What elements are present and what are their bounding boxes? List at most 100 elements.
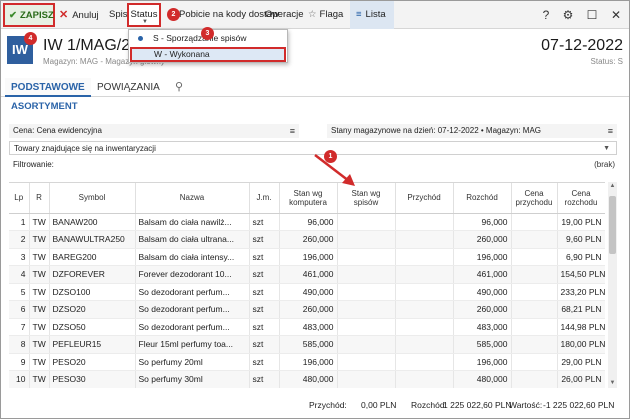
table-cell: DZFOREVER	[49, 265, 136, 284]
vertical-scrollbar[interactable]: ▲ ▼	[608, 182, 617, 388]
step-badge-2: 2	[167, 8, 180, 21]
tab-powiazania[interactable]: POWIĄZANIA	[91, 78, 166, 97]
table-cell: BANAWULTRA250	[49, 230, 136, 249]
table-cell: 8	[9, 335, 30, 354]
column-header[interactable]: Lp	[9, 183, 30, 214]
table-cell	[395, 213, 454, 231]
table-row[interactable]: 2 TW BANAWULTRA250 Balsam do ciała ultrana.…	[9, 230, 605, 249]
table-cell: TW	[29, 283, 50, 301]
x-icon: ✕	[59, 9, 69, 21]
table-cell: szt	[249, 300, 280, 319]
scroll-up-icon[interactable]: ▲	[608, 182, 617, 191]
income-value: 0,00 PLN	[361, 400, 397, 410]
selected-dot-icon	[138, 36, 143, 41]
status-button[interactable]: Status ▼	[127, 3, 161, 27]
table-cell: TW	[29, 213, 50, 231]
table-row[interactable]: 3 TW BAREG200 Balsam do ciała intensy... szt…	[9, 248, 605, 266]
save-button[interactable]: ✔ ZAPISZ	[3, 3, 55, 27]
step-badge-1: 1	[324, 150, 337, 163]
table-cell: 196,000	[279, 353, 338, 371]
table-cell: szt	[249, 213, 280, 231]
table-cell	[511, 265, 558, 284]
table-cell: szt	[249, 335, 280, 354]
items-table: Lp R Symbol Nazwa J.m. Stan wg komputera Stan …	[9, 182, 605, 388]
table-cell: So dezodorant perfum...	[135, 300, 250, 319]
flaga-button[interactable]: ☆ Flaga	[308, 1, 343, 29]
attachment-icon[interactable]: ⚲	[169, 78, 189, 97]
table-cell: DZSO100	[49, 283, 136, 301]
table-cell: 260,000	[453, 230, 512, 249]
table-cell: TW	[29, 318, 50, 336]
table-row[interactable]: 5 TW DZSO100 So dezodorant perfum... szt 490,…	[9, 283, 605, 301]
table-row[interactable]: 6 TW DZSO20 So dezodorant perfum... szt 260,0…	[9, 300, 605, 319]
table-row[interactable]: 7 TW DZSO50 So dezodorant perfum... szt 483,0…	[9, 318, 605, 336]
table-cell: 196,000	[453, 353, 512, 371]
table-cell: So dezodorant perfum...	[135, 283, 250, 301]
table-cell: 96,000	[279, 213, 338, 231]
table-cell	[337, 248, 396, 266]
table-cell: DZSO20	[49, 300, 136, 319]
table-cell: Balsam do ciała ultrana...	[135, 230, 250, 249]
column-header[interactable]: Przychód	[395, 183, 454, 214]
totals-footer: Przychód: 0,00 PLN Rozchód: 1 225 022,60…	[1, 397, 629, 413]
income-label: Przychód:	[309, 400, 347, 410]
kody-dostaw-button[interactable]: Pobicie na kody dostaw	[179, 1, 279, 29]
table-cell: 196,000	[453, 248, 512, 266]
cancel-button[interactable]: ✕ Anuluj	[59, 1, 99, 29]
table-cell: TW	[29, 335, 50, 354]
table-row[interactable]: 1 TW BANAW200 Balsam do ciała nawilż... szt 9…	[9, 213, 605, 231]
menu-icon[interactable]: ≡	[608, 124, 613, 138]
table-row[interactable]: 4 TW DZFOREVER Forever dezodorant 10... szt 4…	[9, 265, 605, 284]
table-cell: 9,60 PLN	[557, 230, 605, 249]
table-cell	[395, 230, 454, 249]
table-row[interactable]: 8 TW PEFLEUR15 Fleur 15ml perfumy toa... szt…	[9, 335, 605, 354]
table-cell: 144,98 PLN	[557, 318, 605, 336]
table-row[interactable]: 10 TW PESO30 So perfumy 30ml szt 480,000 480,0…	[9, 370, 605, 388]
tab-podstawowe[interactable]: PODSTAWOWE	[5, 78, 91, 97]
outgo-label: Rozchód:	[411, 400, 447, 410]
gear-icon[interactable]: ⚙	[557, 1, 579, 29]
table-cell: 9	[9, 353, 30, 371]
scroll-thumb[interactable]	[609, 196, 616, 254]
table-cell: 10	[9, 370, 30, 388]
column-header[interactable]: Nazwa	[135, 183, 250, 214]
column-header[interactable]: R	[29, 183, 50, 214]
table-cell	[395, 283, 454, 301]
table-cell	[337, 230, 396, 249]
table-cell: szt	[249, 230, 280, 249]
table-cell	[337, 300, 396, 319]
help-icon[interactable]: ?	[535, 1, 557, 29]
table-cell	[395, 248, 454, 266]
table-cell: TW	[29, 230, 50, 249]
table-cell: Balsam do ciała intensy...	[135, 248, 250, 266]
operacje-button[interactable]: Operacje	[265, 1, 304, 29]
scroll-down-icon[interactable]: ▼	[608, 379, 617, 388]
table-cell: 26,00 PLN	[557, 370, 605, 388]
maximize-icon[interactable]: ☐	[581, 1, 603, 29]
status-option-w[interactable]: W - Wykonana	[130, 47, 286, 62]
table-cell: 96,000	[453, 213, 512, 231]
document-title: IW 1/MAG/20	[43, 37, 140, 54]
column-header[interactable]: Cena rozchodu	[557, 183, 605, 214]
close-icon[interactable]: ✕	[605, 1, 627, 29]
table-cell: 483,000	[279, 318, 338, 336]
table-cell: BANAW200	[49, 213, 136, 231]
column-header[interactable]: Cena przychodu	[511, 183, 558, 214]
table-cell: 2	[9, 230, 30, 249]
price-selector[interactable]: Cena: Cena ewidencyjna ≡	[9, 124, 299, 138]
check-icon: ✔	[9, 10, 17, 21]
spis-button[interactable]: Spis	[109, 1, 127, 29]
stock-date-selector[interactable]: Stany magazynowe na dzień: 07-12-2022 • …	[327, 124, 617, 138]
column-header[interactable]: Rozchód	[453, 183, 512, 214]
table-cell	[395, 370, 454, 388]
table-row[interactable]: 9 TW PESO20 So perfumy 20ml szt 196,000 196,00…	[9, 353, 605, 371]
star-icon: ☆	[308, 9, 317, 20]
table-cell: So perfumy 20ml	[135, 353, 250, 371]
menu-icon[interactable]: ≡	[290, 124, 295, 138]
table-cell: 5	[9, 283, 30, 301]
table-cell: 480,000	[453, 370, 512, 388]
column-header[interactable]: Symbol	[49, 183, 136, 214]
table-cell: 196,000	[279, 248, 338, 266]
lista-button[interactable]: ≡ Lista	[350, 1, 394, 29]
column-header[interactable]: J.m.	[249, 183, 280, 214]
